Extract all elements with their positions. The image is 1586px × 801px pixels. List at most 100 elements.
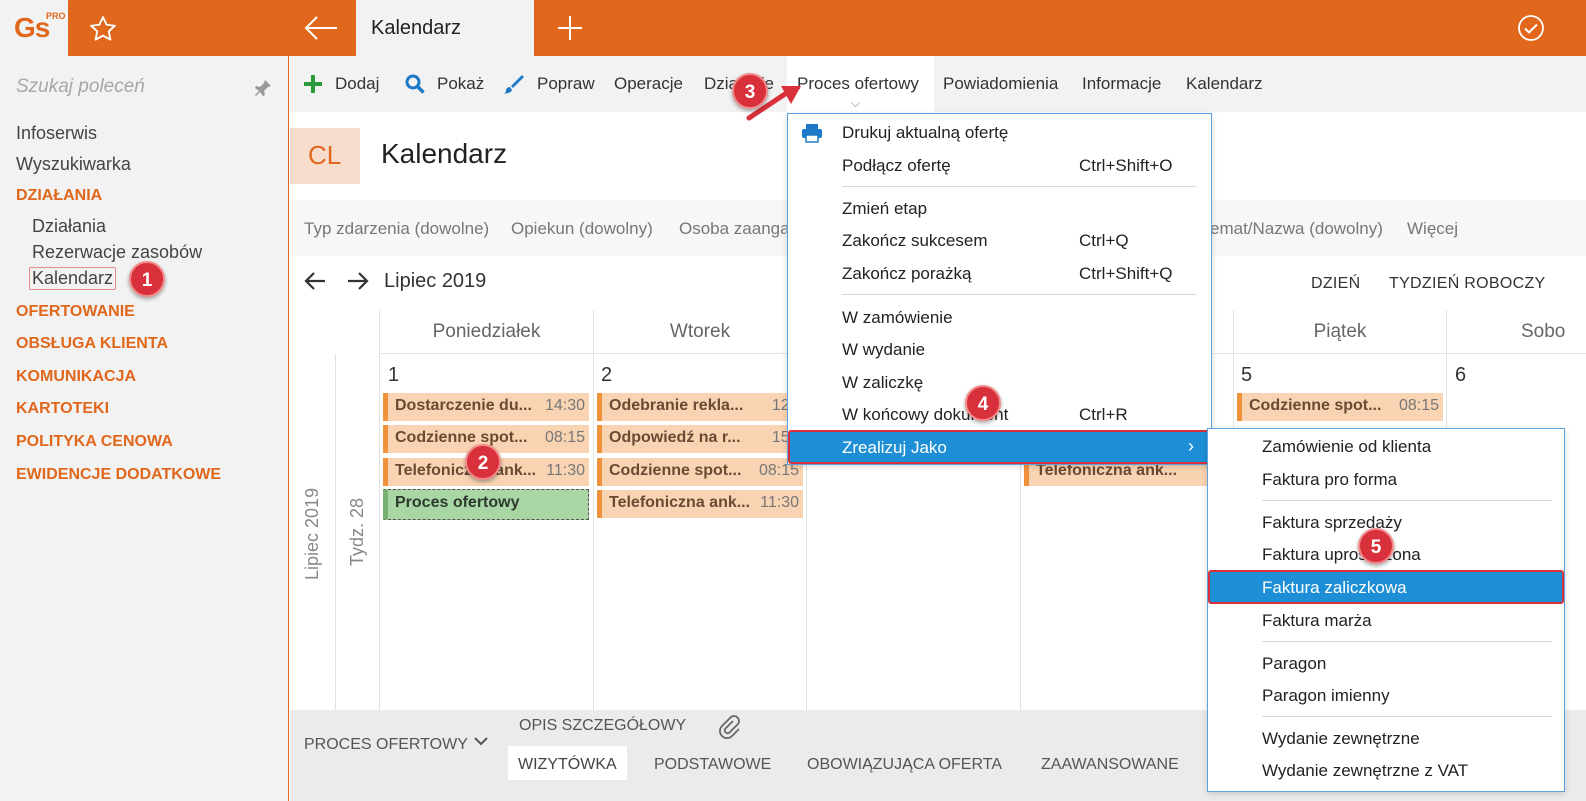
menu-item-change-stage[interactable]: Zmień etap (842, 199, 927, 219)
sidebar-item-infoserwis[interactable]: Infoserwis (16, 123, 97, 144)
event-title: Codzienne spot... (395, 429, 528, 446)
submenu-item-receipt[interactable]: Paragon (1262, 654, 1326, 674)
calendar-event[interactable]: Telefoniczna ank... 11:30 (597, 490, 803, 518)
offer-process-button[interactable]: Proces ofertowy ⌵ (787, 56, 934, 112)
chevron-down-icon[interactable] (473, 734, 489, 752)
calendar-event[interactable]: Odpowiedź na r... 15:1 (597, 425, 803, 453)
sidebar-section-obsluga-klienta[interactable]: OBSŁUGA KLIENTA (16, 335, 168, 353)
title-bar: Gs PRO Kalendarz (0, 0, 1586, 56)
submenu-item-external-release-vat[interactable]: Wydanie zewnętrzne z VAT (1262, 761, 1468, 781)
submenu-item-external-release[interactable]: Wydanie zewnętrzne (1262, 729, 1420, 749)
submenu-item-margin-invoice[interactable]: Faktura marża (1262, 611, 1372, 631)
page-title: Kalendarz (381, 138, 508, 169)
notifications-button[interactable]: Powiadomienia (943, 74, 1058, 94)
submenu-item-simplified-invoice[interactable]: Faktura uproszczona (1262, 545, 1421, 565)
sidebar-item-kalendarz[interactable]: Kalendarz (29, 267, 117, 290)
menu-separator (1262, 641, 1552, 642)
calendar-event[interactable]: Codzienne spot... 08:15 (1237, 393, 1443, 421)
details-description-tab[interactable]: OPIS SZCZEGÓŁOWY (519, 717, 686, 735)
prev-month-arrow-icon[interactable] (303, 270, 327, 298)
event-title: Odebranie rekla... (609, 397, 744, 414)
menu-item-finish-failure[interactable]: Zakończ porażką (842, 264, 971, 284)
menu-item-realize-as[interactable]: Zrealizuj Jako › (788, 430, 1211, 464)
calendar-event-selected[interactable]: Proces ofertowy (383, 489, 589, 520)
sidebar-section-kartoteki[interactable]: KARTOTEKI (16, 400, 109, 418)
view-work-week-button[interactable]: TYDZIEŃ ROBOCZY (1389, 275, 1546, 293)
menu-item-to-order[interactable]: W zamówienie (842, 308, 953, 328)
back-arrow-icon[interactable] (303, 12, 339, 44)
calendar-button[interactable]: Kalendarz (1186, 74, 1263, 94)
menu-item-finish-success[interactable]: Zakończ sukcesem (842, 231, 988, 251)
tab-kalendarz[interactable]: Kalendarz (356, 0, 534, 56)
operations-button[interactable]: Operacje (614, 74, 683, 94)
filter-person[interactable]: Osoba zaanga (679, 219, 790, 239)
menu-shortcut: Ctrl+Q (1079, 231, 1129, 250)
event-time: 08:15 (544, 429, 585, 446)
side-week-label: Tydz. 28 (347, 497, 367, 566)
tab-obowiazujaca-oferta[interactable]: OBOWIĄZUJĄCA OFERTA (807, 756, 1002, 774)
add-button[interactable]: Dodaj (335, 74, 379, 94)
submenu-item-customer-order[interactable]: Zamówienie od klienta (1262, 437, 1431, 457)
side-month-label: Lipiec 2019 (302, 487, 322, 580)
menu-item-to-advance[interactable]: W zaliczkę (842, 373, 923, 393)
process-dropdown[interactable]: PROCES OFERTOWY (304, 736, 468, 754)
tab-podstawowe[interactable]: PODSTAWOWE (654, 756, 771, 774)
filter-event-type[interactable]: Typ zdarzenia (dowolne) (304, 219, 489, 239)
calendar-event[interactable]: Dostarczenie du... 14:30 (383, 393, 589, 421)
view-day-button[interactable]: DZIEŃ (1311, 275, 1361, 293)
submenu-item-named-receipt[interactable]: Paragon imienny (1262, 686, 1390, 706)
event-title: Codzienne spot... (609, 462, 742, 479)
menu-item-label: Zrealizuj Jako (842, 438, 947, 457)
tab-zaawansowane[interactable]: ZAAWANSOWANE (1041, 756, 1179, 774)
sidebar-section-dzialania[interactable]: DZIAŁANIA (16, 187, 102, 205)
day-header-tuesday: Wtorek (593, 310, 806, 354)
confirm-check-icon[interactable] (1516, 13, 1546, 43)
menu-item-to-release[interactable]: W wydanie (842, 340, 925, 360)
step-badge-4: 4 (965, 385, 1001, 421)
sidebar-section-ofertowanie[interactable]: OFERTOWANIE (16, 303, 135, 321)
edit-button[interactable]: Popraw (537, 74, 595, 94)
new-tab-plus-icon[interactable] (556, 14, 584, 42)
day-number: 6 (1455, 364, 1467, 386)
edit-brush-icon[interactable] (502, 73, 524, 95)
calendar-event[interactable]: Codzienne spot... 08:15 (597, 458, 803, 486)
day-header-monday: Poniedziałek (379, 310, 593, 354)
pin-icon[interactable] (253, 78, 273, 98)
submenu-item-proforma[interactable]: Faktura pro forma (1262, 470, 1397, 490)
menu-item-print-offer[interactable]: Drukuj aktualną ofertę (842, 123, 1008, 143)
menu-item-attach-offer[interactable]: Podłącz ofertę (842, 156, 951, 176)
show-search-icon[interactable] (404, 73, 426, 95)
filter-guardian[interactable]: Opiekun (dowolny) (511, 219, 653, 239)
printer-icon (801, 123, 823, 148)
event-time: 14:30 (544, 397, 585, 414)
sidebar-section-ewidencje[interactable]: EWIDENCJE DODATKOWE (16, 466, 221, 484)
event-title: Proces ofertowy (395, 494, 520, 511)
sidebar-section-polityka-cenowa[interactable]: POLITYKA CENOWA (16, 433, 173, 451)
step-badge-3: 3 (732, 73, 768, 109)
sidebar-section-komunikacja[interactable]: KOMUNIKACJA (16, 368, 136, 386)
filter-subject[interactable]: emat/Nazwa (dowolny) (1210, 219, 1383, 239)
filter-more[interactable]: Więcej (1407, 219, 1458, 239)
app-logo: Gs PRO (0, 0, 68, 56)
step-badge-2: 2 (465, 444, 501, 480)
logo-pro: PRO (46, 11, 66, 21)
event-title: Codzienne spot... (1249, 397, 1382, 414)
sidebar-item-dzialania[interactable]: Działania (32, 216, 106, 237)
command-search-input[interactable]: Szukaj poleceń (16, 76, 145, 98)
show-button[interactable]: Pokaż (437, 74, 484, 94)
add-plus-icon[interactable] (302, 73, 324, 95)
tab-wizytowka[interactable]: WIZYTÓWKA (508, 746, 627, 780)
calendar-event[interactable]: Odebranie rekla... 12:0 (597, 393, 803, 421)
info-button[interactable]: Informacje (1082, 74, 1161, 94)
realize-as-submenu: Zamówienie od klienta Faktura pro forma … (1207, 428, 1565, 792)
submenu-item-advance-invoice[interactable]: Faktura zaliczkowa (1208, 570, 1564, 604)
logo-text: Gs (14, 12, 50, 43)
favorite-star-icon[interactable] (88, 14, 118, 44)
menu-separator (1262, 500, 1552, 501)
attachment-paperclip-icon[interactable] (718, 714, 740, 745)
offer-process-label: Proces ofertowy (797, 74, 919, 93)
sidebar: Szukaj poleceń Infoserwis Wyszukiwarka D… (0, 56, 289, 801)
next-month-arrow-icon[interactable] (346, 270, 370, 298)
sidebar-item-rezerwacje[interactable]: Rezerwacje zasobów (32, 242, 202, 263)
sidebar-item-wyszukiwarka[interactable]: Wyszukiwarka (16, 154, 131, 175)
